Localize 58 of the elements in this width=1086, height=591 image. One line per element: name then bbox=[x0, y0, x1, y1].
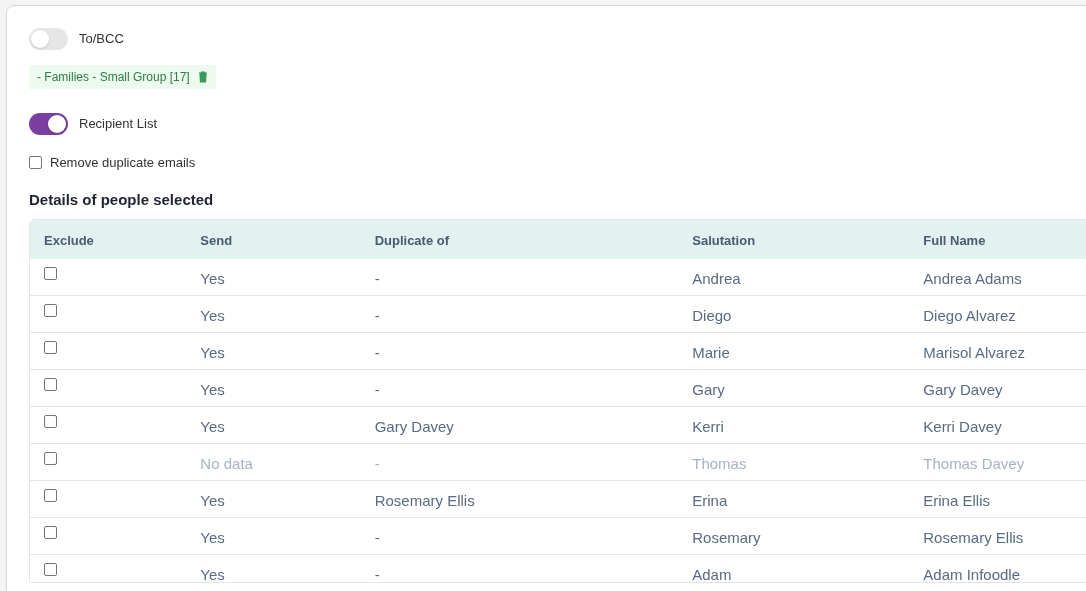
trash-icon[interactable] bbox=[197, 71, 208, 83]
table-cell: - bbox=[374, 344, 380, 361]
table-cell: Gary bbox=[692, 381, 725, 398]
exclude-checkbox[interactable] bbox=[44, 304, 57, 317]
table-cell: - bbox=[374, 455, 380, 472]
table-cell: - bbox=[374, 307, 380, 324]
table-cell: Erina Ellis bbox=[923, 492, 990, 509]
toggle-switch[interactable] bbox=[29, 28, 68, 50]
checkbox-label: Remove duplicate emails bbox=[50, 154, 196, 172]
toggle-label: Recipient List bbox=[79, 115, 158, 134]
exclude-checkbox[interactable] bbox=[44, 341, 57, 354]
exclude-checkbox[interactable] bbox=[44, 378, 57, 391]
table-cell: - bbox=[374, 566, 380, 582]
table-cell: Kerri Davey bbox=[923, 418, 1002, 435]
table-cell: Marisol Alvarez bbox=[923, 344, 1025, 361]
table-cell: Yes bbox=[200, 307, 225, 324]
column-header: Salutation bbox=[692, 232, 756, 248]
section-title: Details of people selected bbox=[29, 189, 215, 210]
table-cell: Yes bbox=[200, 270, 225, 287]
table-cell: - bbox=[374, 529, 380, 546]
checkbox[interactable] bbox=[29, 156, 42, 170]
exclude-checkbox[interactable] bbox=[44, 267, 57, 280]
column-header: Full Name bbox=[923, 232, 986, 248]
table-cell: Rosemary Ellis bbox=[374, 492, 475, 509]
exclude-checkbox[interactable] bbox=[44, 526, 57, 539]
table-cell: No data bbox=[200, 455, 253, 472]
table-cell: Adam Infoodle bbox=[923, 566, 1020, 582]
table-cell: Yes bbox=[200, 566, 225, 582]
table-cell: - bbox=[374, 270, 380, 287]
table-cell: Yes bbox=[200, 418, 225, 435]
table-cell: Gary Davey bbox=[374, 418, 454, 435]
table-cell: Yes bbox=[200, 529, 225, 546]
table-cell: Rosemary Ellis bbox=[923, 529, 1024, 546]
table-cell: Marie bbox=[692, 344, 730, 361]
table-cell: Rosemary bbox=[692, 529, 761, 546]
table-cell: Thomas bbox=[692, 455, 747, 472]
group-tag-label: - Families - Small Group [17] bbox=[37, 69, 190, 86]
table-cell: Adam bbox=[692, 566, 732, 582]
table-cell: Gary Davey bbox=[923, 381, 1003, 398]
table-cell: Yes bbox=[200, 344, 225, 361]
exclude-checkbox[interactable] bbox=[44, 489, 57, 502]
column-header: Duplicate of bbox=[374, 232, 450, 248]
table-cell: Erina bbox=[692, 492, 728, 509]
toggle-label: To/BCC bbox=[79, 30, 124, 49]
column-header: Send bbox=[200, 232, 233, 248]
exclude-checkbox[interactable] bbox=[44, 563, 57, 576]
table-cell: Yes bbox=[200, 492, 225, 509]
table-cell: Andrea Adams bbox=[923, 270, 1022, 287]
exclude-checkbox[interactable] bbox=[44, 415, 57, 428]
column-header: Exclude bbox=[44, 232, 94, 248]
table-cell: Andrea bbox=[692, 270, 741, 287]
toggle-switch[interactable] bbox=[29, 113, 68, 135]
table-cell: Kerri bbox=[692, 418, 724, 435]
table-cell: Thomas Davey bbox=[923, 455, 1025, 472]
table-cell: Yes bbox=[200, 381, 225, 398]
table-cell: Diego bbox=[692, 307, 732, 324]
table-cell: Diego Alvarez bbox=[923, 307, 1016, 324]
table-cell: - bbox=[374, 381, 380, 398]
